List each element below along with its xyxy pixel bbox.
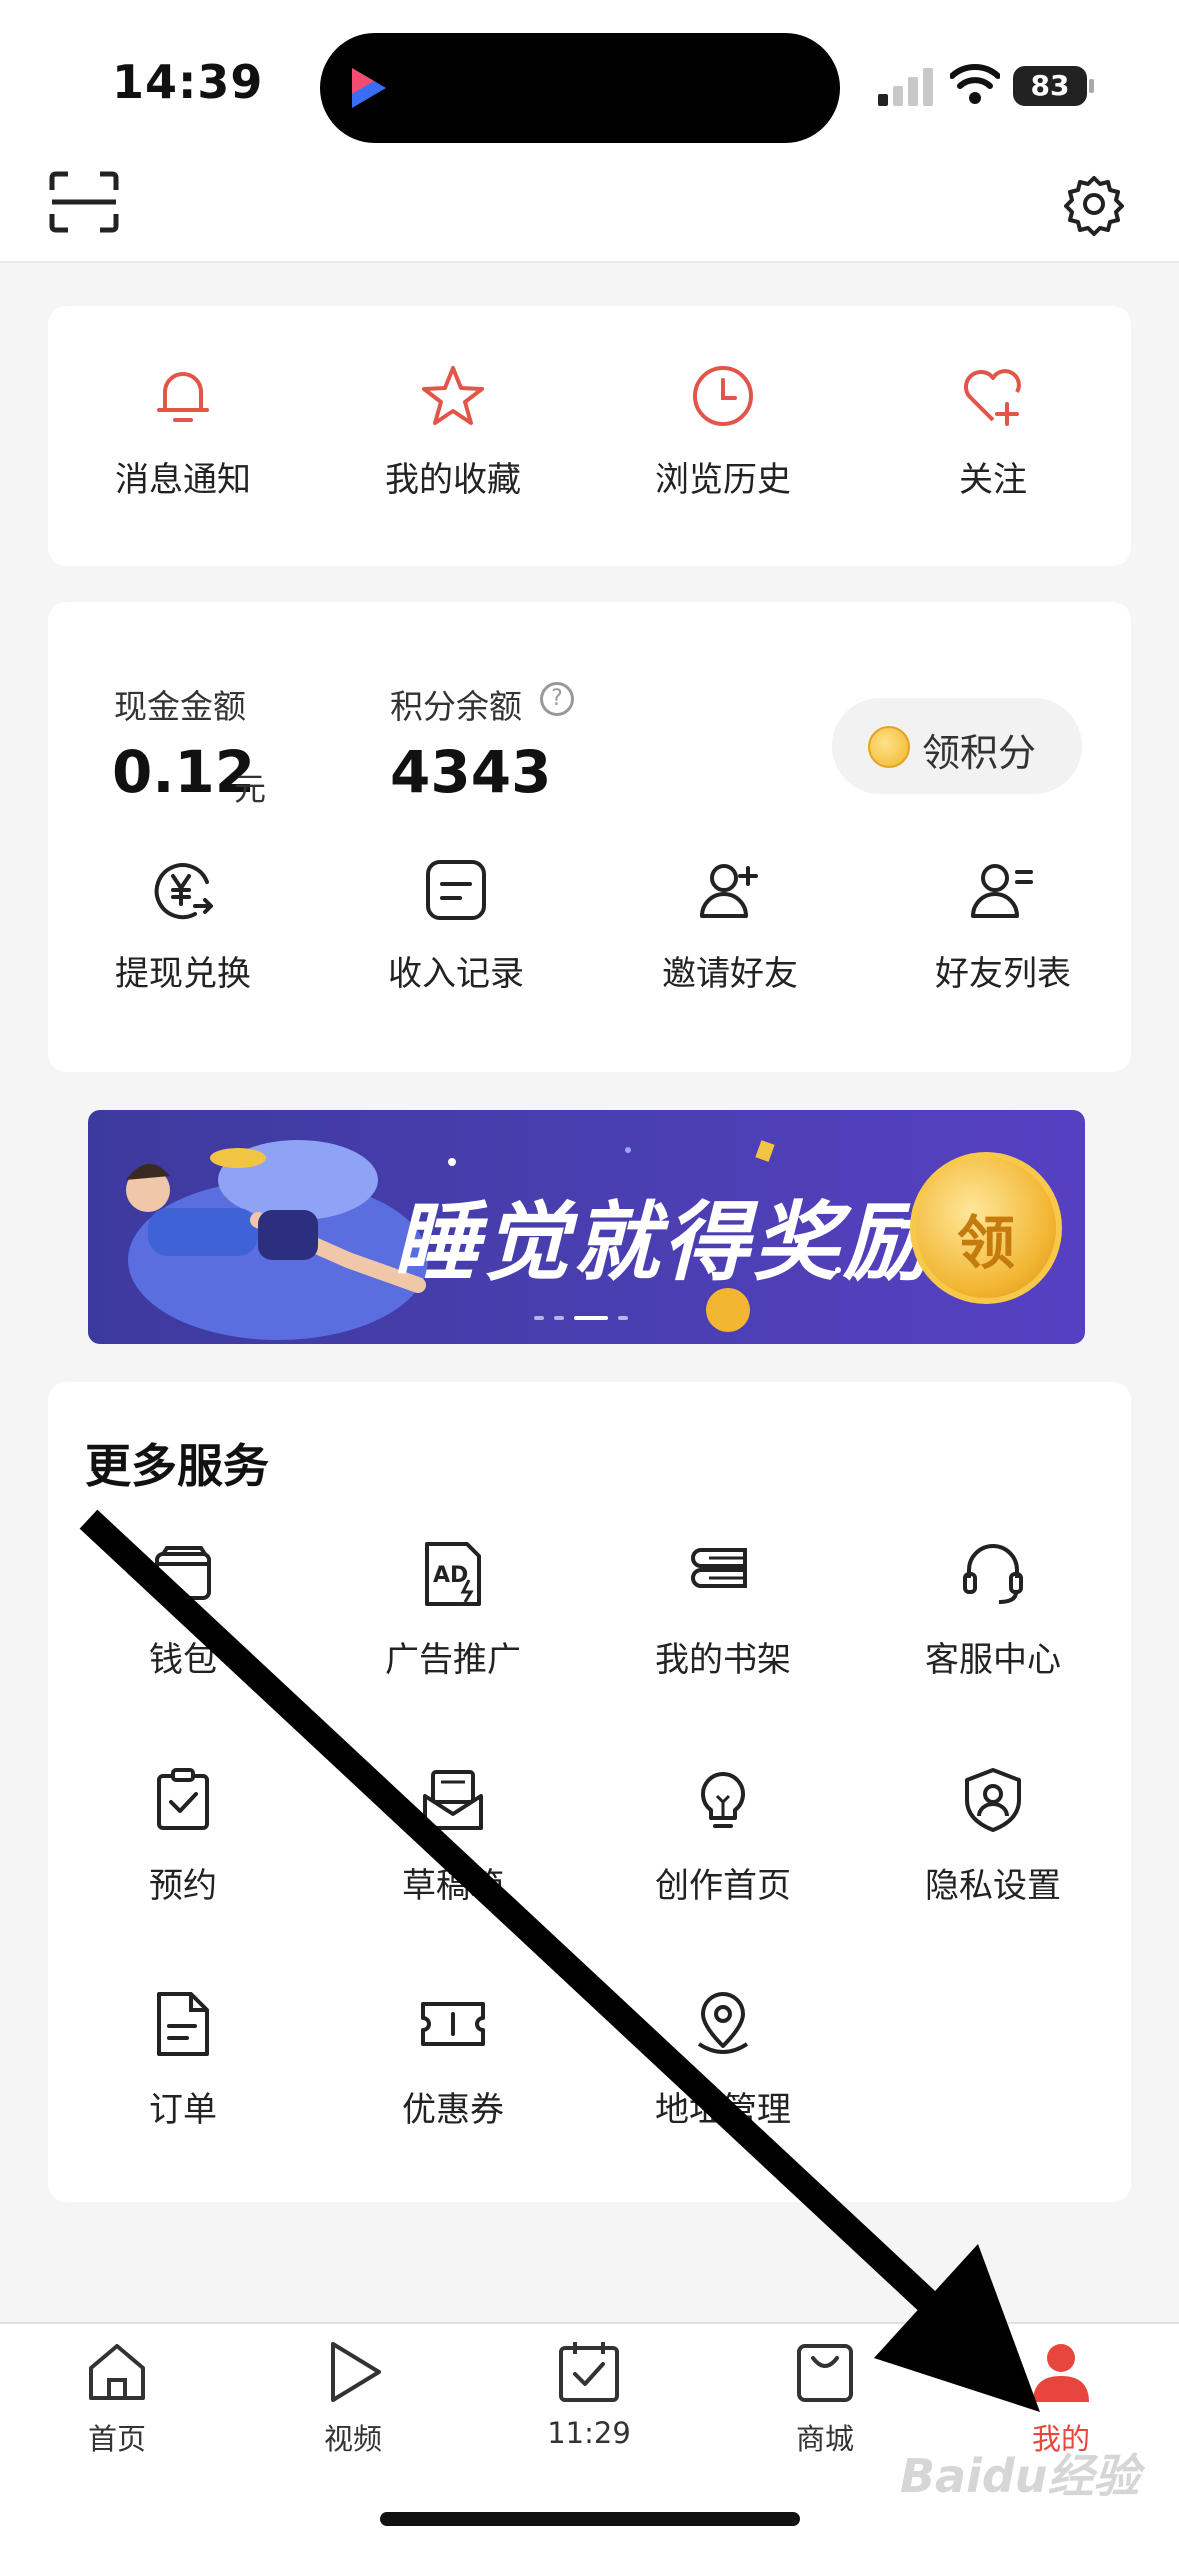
nav-video[interactable]: 视频 [263,2338,443,2458]
banner-title: 睡觉就得奖励 [393,1193,933,1293]
service-ad-promotion[interactable]: AD 广告推广 [318,1540,588,1690]
wifi-icon [950,64,1000,104]
service-privacy-settings[interactable]: 隐私设置 [858,1766,1128,1916]
action-label: 收入记录 [388,954,524,994]
service-label: 优惠券 [402,2090,504,2130]
nav-label: 视频 [323,2422,382,2456]
heart-plus-icon [964,369,1021,426]
battery-level: 83 [1013,66,1087,106]
cash-unit: 元 [234,770,267,808]
action-label: 提现兑换 [115,954,251,994]
quick-link-follow[interactable]: 关注 [858,362,1128,512]
service-wallet[interactable]: 钱包 [48,1540,318,1690]
service-address-management[interactable]: 地址管理 [588,1990,858,2140]
service-label: 广告推广 [385,1640,521,1680]
bell-icon [157,372,209,422]
nav-home[interactable]: 首页 [27,2338,207,2458]
quick-link-label: 我的收藏 [385,460,521,500]
clipboard-check-icon [157,1768,209,1830]
quick-link-label: 关注 [959,460,1027,500]
home-icon [89,2344,145,2400]
help-icon[interactable]: ? [540,682,574,716]
nav-checkin[interactable]: 11:29 [499,2338,679,2458]
nav-label: 11:29 [547,2416,631,2450]
cash-label: 现金金额 [114,687,246,726]
service-creator-home[interactable]: 创作首页 [588,1766,858,1916]
invite-friend-icon [700,864,758,918]
service-label: 订单 [149,2090,217,2130]
service-label: 草稿箱 [402,1866,504,1906]
watermark: Baidu经验 [900,2449,1140,2503]
battery-indicator: 83 [1013,66,1094,106]
scan-icon[interactable] [48,170,120,234]
promo-banner[interactable]: 睡觉就得奖励 领 [88,1110,1085,1344]
coupon-icon [421,2002,485,2046]
points-label: 积分余额 [390,687,522,726]
friend-list-icon [971,864,1033,918]
reward-coin-text: 领 [956,1209,1015,1277]
action-label: 好友列表 [935,954,1071,994]
action-withdraw[interactable]: 提现兑换 [48,856,318,1006]
quick-link-label: 消息通知 [115,460,251,500]
service-drafts[interactable]: 草稿箱 [318,1766,588,1916]
section-title: 更多服务 [85,1439,269,1493]
service-label: 钱包 [149,1640,217,1680]
service-bookshelf[interactable]: 我的书架 [588,1540,858,1690]
action-friend-list[interactable]: 好友列表 [868,856,1138,1006]
service-label: 创作首页 [655,1866,791,1906]
service-label: 预约 [149,1866,217,1906]
cellular-signal-icon [878,68,933,106]
service-label: 客服中心 [925,1640,1061,1680]
app-logo-icon [352,68,386,108]
quick-link-history[interactable]: 浏览历史 [588,362,858,512]
nav-label: 首页 [87,2422,146,2456]
action-label: 邀请好友 [662,954,798,994]
bookshelf-icon [691,1548,747,1588]
person-icon [1033,2344,1089,2402]
service-orders[interactable]: 订单 [48,1990,318,2140]
service-reservation[interactable]: 预约 [48,1766,318,1916]
claim-points-label: 领积分 [922,731,1037,775]
quick-link-label: 浏览历史 [655,460,791,500]
service-label: 隐私设置 [925,1866,1061,1906]
quick-links-card: 消息通知 我的收藏 浏览历史 关注 [48,306,1131,566]
service-customer-center[interactable]: 客服中心 [858,1540,1128,1690]
quick-link-favorites[interactable]: 我的收藏 [318,362,588,512]
privacy-shield-icon [965,1768,1021,1832]
shopping-bag-icon [797,2344,853,2402]
carousel-indicator [534,1316,628,1320]
points-value[interactable]: 4343 [390,738,551,806]
service-label: 我的书架 [655,1640,791,1680]
yuan-exchange-icon [154,863,213,920]
gear-icon[interactable] [1062,172,1126,236]
action-invite-friends[interactable]: 邀请好友 [595,856,865,1006]
draft-box-icon [423,1770,483,1830]
wallet-icon [155,1546,211,1600]
quick-link-notifications[interactable]: 消息通知 [48,362,318,512]
ad-icon: AD [425,1542,481,1606]
star-icon [422,366,484,425]
location-pin-icon [697,1992,749,2054]
service-label: 地址管理 [655,2090,791,2130]
action-income-records[interactable]: 收入记录 [321,856,591,1006]
service-coupons[interactable]: 优惠券 [318,1990,588,2140]
battery-tip [1089,79,1094,93]
nav-label: 商城 [795,2422,854,2456]
clock-icon [693,366,753,426]
svg-text:AD: AD [433,1563,468,1588]
nav-mall[interactable]: 商城 [735,2338,915,2458]
calendar-check-icon [559,2342,619,2402]
claim-points-button[interactable]: 领积分 [832,698,1082,794]
coin-icon [868,726,910,768]
lightbulb-icon [701,1772,745,1828]
status-time: 14:39 [112,55,264,109]
record-icon [426,860,486,920]
home-indicator [380,2512,800,2526]
play-icon [331,2342,381,2402]
dynamic-island [320,33,840,143]
reward-coin-icon: 领 [910,1152,1062,1304]
order-icon [157,1992,209,2056]
headset-icon [963,1544,1023,1604]
